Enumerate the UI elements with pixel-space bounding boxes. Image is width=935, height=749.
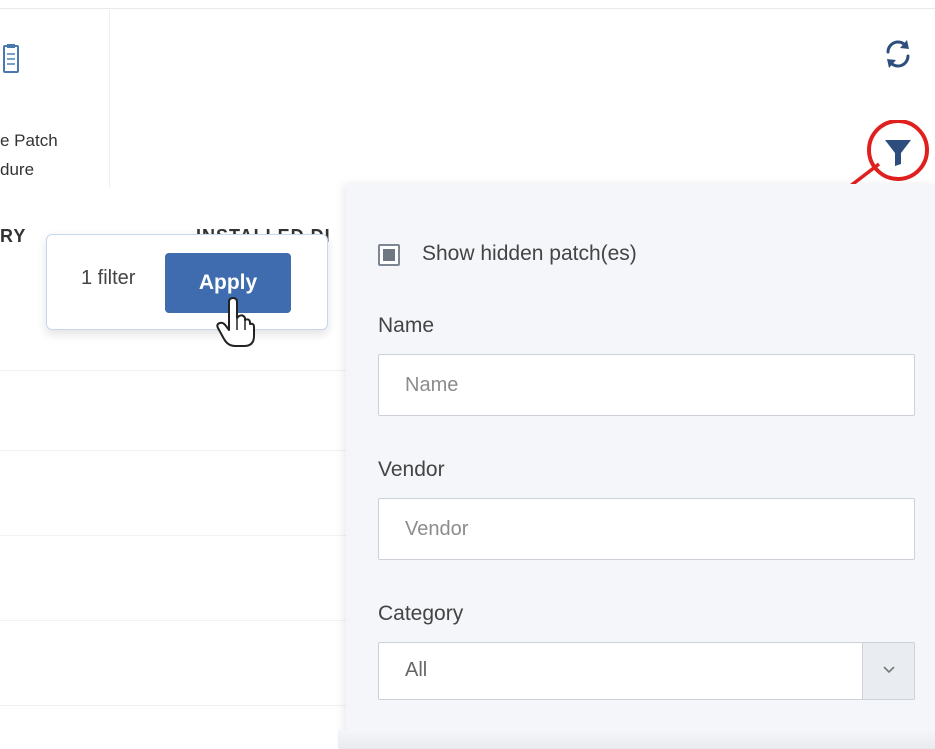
patch-table-body: [0, 280, 346, 749]
filter-icon[interactable]: [863, 120, 933, 182]
vendor-input[interactable]: [378, 498, 915, 560]
category-field-label: Category: [378, 602, 464, 625]
patch-procedure-toolbar-item[interactable]: e Patch dure: [0, 10, 110, 188]
show-hidden-label: Show hidden patch(es): [422, 242, 637, 265]
apply-button[interactable]: Apply: [165, 253, 291, 313]
category-selected-value: All: [405, 659, 428, 681]
panel-bottom-edge: [338, 730, 935, 749]
row-divider: [0, 450, 346, 451]
category-dropdown-toggle[interactable]: [862, 643, 914, 699]
name-field-label: Name: [378, 314, 435, 337]
row-divider: [0, 370, 346, 371]
show-hidden-checkbox[interactable]: [378, 244, 400, 266]
row-divider: [0, 535, 346, 536]
row-divider: [0, 620, 346, 621]
category-column-header[interactable]: RY: [0, 226, 30, 247]
vendor-field-label: Vendor: [378, 458, 445, 481]
chevron-down-icon: [883, 666, 895, 674]
name-input[interactable]: [378, 354, 915, 416]
apply-filter-popup: 1 filter Apply: [46, 234, 328, 330]
filter-count-text: 1 filter: [81, 267, 136, 289]
category-select[interactable]: All: [378, 642, 915, 700]
top-divider: [0, 8, 935, 9]
clipboard-icon: [3, 44, 19, 73]
patch-procedure-label: e Patch dure: [0, 131, 58, 179]
row-divider: [0, 705, 346, 706]
checkbox-checked-mark: [383, 249, 395, 261]
filter-panel: Show hidden patch(es) Name Vendor Catego…: [346, 184, 935, 749]
refresh-icon[interactable]: [880, 36, 916, 72]
